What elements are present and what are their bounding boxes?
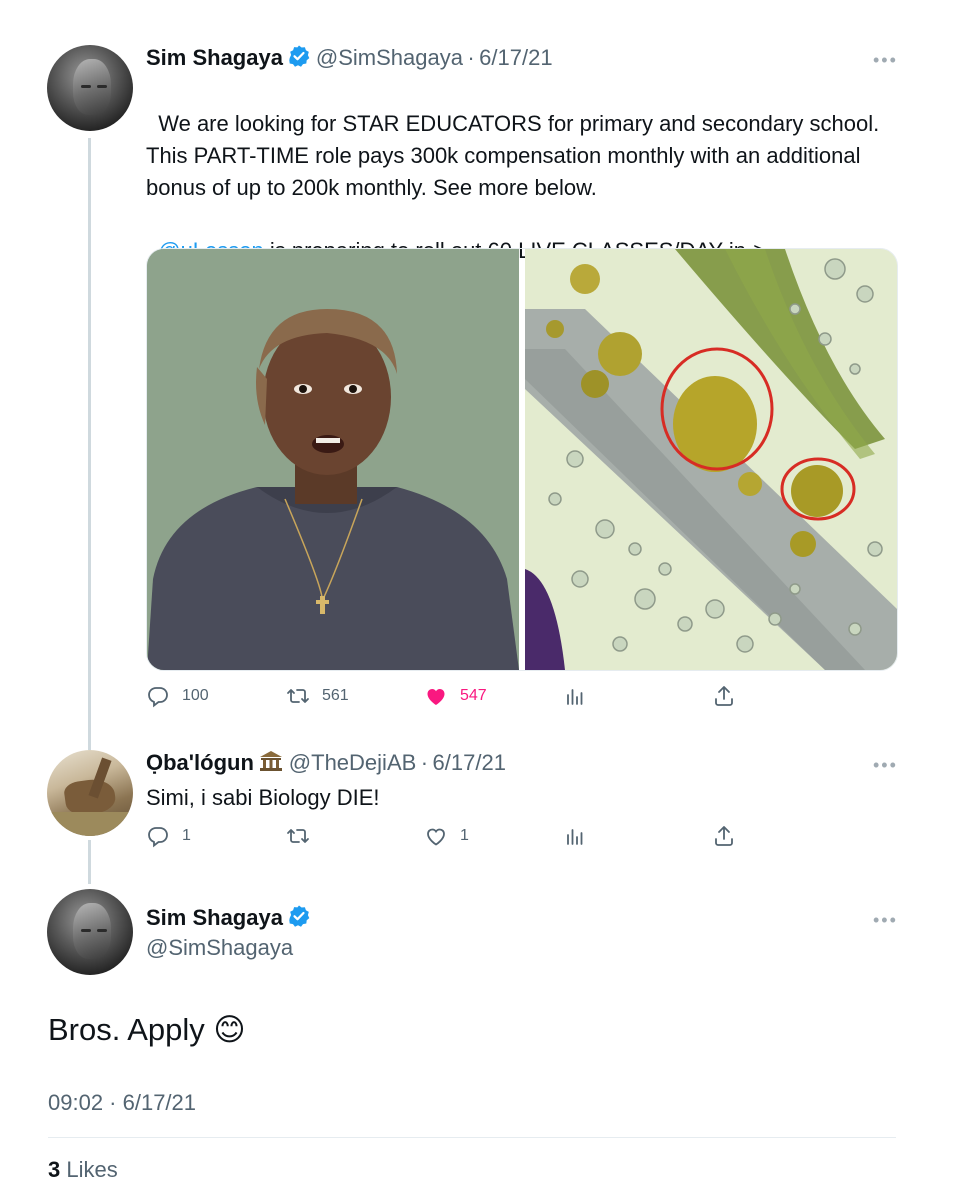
- tweet-header: Ọba'lógun @TheDejiAB · 6/17/21: [146, 749, 506, 776]
- likes-count: 3: [48, 1157, 61, 1182]
- verified-badge-icon: [289, 905, 310, 927]
- avatar[interactable]: [47, 45, 133, 131]
- likes-label: Likes: [66, 1157, 118, 1182]
- media-photo-educator[interactable]: [147, 249, 519, 670]
- tweet-header: Sim Shagaya @SimShagaya · 6/17/21: [146, 44, 553, 71]
- reply-count: 100: [182, 687, 209, 704]
- reply-button[interactable]: 100: [146, 684, 209, 708]
- separator: ·: [467, 45, 475, 70]
- retweet-icon: [287, 829, 309, 843]
- like-button[interactable]: 547: [424, 684, 487, 708]
- media-grid: [146, 248, 898, 671]
- retweet-count: 561: [322, 687, 349, 704]
- retweet-button[interactable]: 561: [286, 684, 349, 708]
- share-button[interactable]: [712, 824, 736, 848]
- share-icon: [715, 826, 733, 846]
- divider: [48, 1137, 896, 1138]
- tweet-date[interactable]: 6/17/21: [479, 45, 552, 70]
- retweet-icon: [287, 689, 309, 703]
- tweet-text: Bros. Apply 😊: [48, 1012, 246, 1047]
- share-icon: [715, 686, 733, 706]
- like-count: 547: [460, 687, 487, 704]
- thread-line: [88, 138, 91, 750]
- tweet-text: We are looking for STAR EDUCATORS for pr…: [146, 76, 906, 204]
- likes-summary[interactable]: 3 Likes: [48, 1157, 118, 1183]
- verified-badge-icon: [289, 45, 310, 67]
- tweet-date[interactable]: 6/17/21: [433, 750, 506, 775]
- analytics-icon: [567, 829, 583, 845]
- bank-emoji-icon: [260, 751, 283, 771]
- analytics-button[interactable]: [563, 824, 587, 848]
- avatar[interactable]: [47, 750, 133, 836]
- analytics-button[interactable]: [563, 684, 587, 708]
- author-handle[interactable]: @TheDejiAB: [289, 750, 417, 775]
- tweet-body: We are looking for STAR EDUCATORS for pr…: [146, 111, 885, 200]
- author-handle[interactable]: @SimShagaya: [146, 935, 293, 961]
- tweet-header: Sim Shagaya: [146, 904, 311, 931]
- analytics-icon: [567, 689, 583, 705]
- retweet-button[interactable]: [286, 824, 310, 848]
- more-icon[interactable]: •••: [873, 755, 898, 776]
- more-icon[interactable]: •••: [873, 50, 898, 71]
- author-handle[interactable]: @SimShagaya: [316, 45, 463, 70]
- author-name[interactable]: Ọba'lógun: [146, 750, 254, 775]
- thread-line: [88, 840, 91, 884]
- media-photo-microscope[interactable]: [525, 249, 897, 670]
- avatar[interactable]: [47, 889, 133, 975]
- author-name[interactable]: Sim Shagaya: [146, 905, 283, 930]
- reply-button[interactable]: 1: [146, 824, 191, 848]
- like-count: 1: [460, 827, 469, 844]
- more-icon[interactable]: •••: [873, 910, 898, 931]
- share-button[interactable]: [712, 684, 736, 708]
- like-icon: [427, 828, 445, 846]
- tweet-text: Simi, i sabi Biology DIE!: [146, 785, 380, 810]
- author-name[interactable]: Sim Shagaya: [146, 45, 283, 70]
- reply-count: 1: [182, 827, 191, 844]
- reply-icon: [148, 827, 168, 848]
- separator: ·: [420, 750, 429, 775]
- tweet-timestamp[interactable]: 09:02 · 6/17/21: [48, 1090, 196, 1116]
- like-icon: [427, 689, 445, 705]
- reply-icon: [148, 687, 168, 708]
- like-button[interactable]: 1: [424, 824, 469, 848]
